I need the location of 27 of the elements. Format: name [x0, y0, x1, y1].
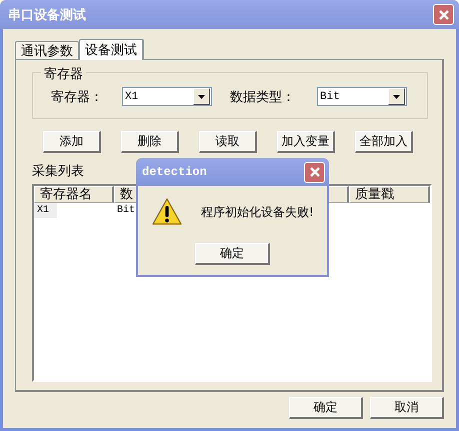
dialog-button[interactable]: 取消 [370, 397, 444, 419]
table-cell: X1 [34, 203, 57, 218]
tab[interactable]: 设备测试 [79, 39, 144, 60]
action-button[interactable]: 加入变量 [277, 131, 335, 153]
list-title: 采集列表 [32, 163, 84, 180]
group-title: 寄存器 [41, 65, 86, 83]
window-title: 串口设备测试 [8, 6, 86, 24]
table-cell-text: Bit [116, 204, 136, 218]
close-button[interactable] [433, 4, 454, 25]
dropdown-field[interactable]: X1 [122, 87, 212, 106]
warning-icon [152, 198, 182, 226]
dialog-button[interactable]: 确定 [289, 397, 363, 419]
close-icon [308, 165, 322, 179]
action-button[interactable]: 全部加入 [355, 131, 413, 153]
column-header[interactable]: 质量戳 [349, 186, 430, 203]
ok-button[interactable]: 确定 [195, 243, 270, 265]
dropdown-field[interactable]: Bit [317, 87, 407, 106]
tab[interactable]: 通讯参数 [15, 41, 79, 59]
action-button[interactable]: 添加 [43, 131, 101, 153]
field-label: 数据类型： [230, 88, 296, 106]
action-button[interactable]: 删除 [121, 131, 179, 153]
field-label: 寄存器： [51, 88, 104, 106]
action-button[interactable]: 读取 [199, 131, 257, 153]
dialog-message: 程序初始化设备失败! [201, 204, 314, 220]
dialog-title: detection [142, 165, 207, 179]
close-button[interactable] [304, 162, 325, 182]
close-icon [436, 8, 450, 22]
